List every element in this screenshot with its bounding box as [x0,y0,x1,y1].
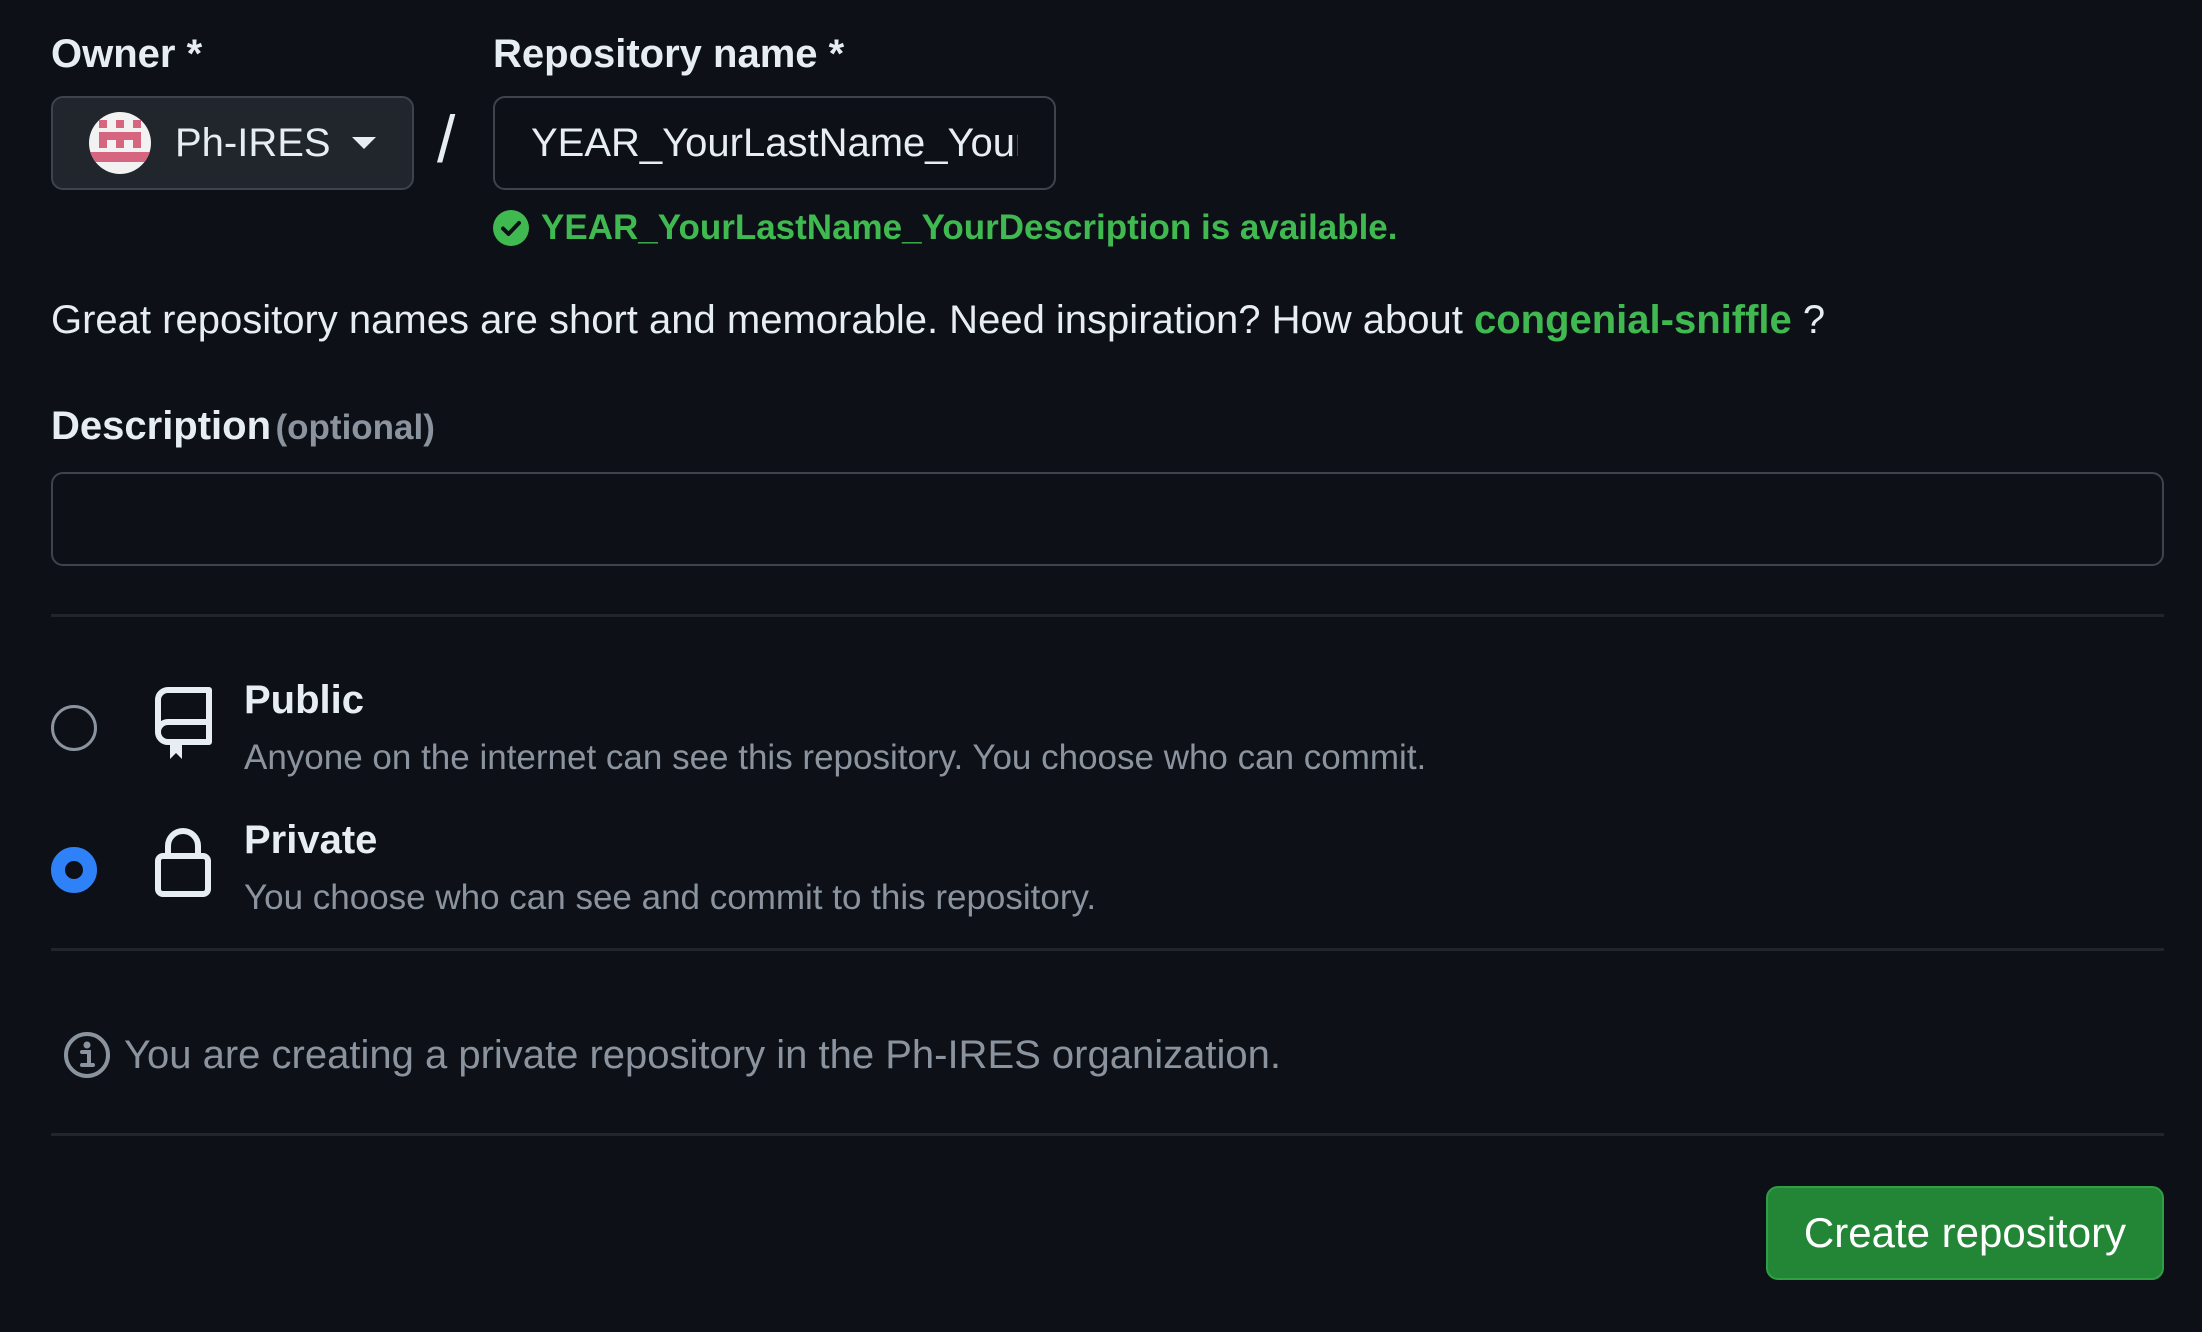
divider [51,948,2164,951]
owner-repo-separator: / [437,102,456,176]
owner-dropdown[interactable]: Ph-IRES [51,96,414,190]
public-option-description: Anyone on the internet can see this repo… [244,738,1427,777]
public-radio[interactable] [51,705,97,751]
create-repository-button[interactable]: Create repository [1766,1186,2164,1280]
description-label: Description [51,404,272,448]
optional-tag: (optional) [275,408,435,447]
public-option-title: Public [244,678,365,722]
notice-text: You are creating a private repository in… [124,1032,1281,1077]
divider [51,614,2164,617]
availability-text: YEAR_YourLastName_YourDescription is ava… [541,208,1398,247]
owner-name: Ph-IRES [175,120,331,165]
hint-suffix: ? [1791,298,1826,342]
private-radio[interactable] [51,847,97,893]
divider [51,1133,2164,1136]
repo-icon [155,687,212,759]
private-option-title: Private [244,818,378,862]
owner-avatar [89,112,151,174]
name-suggestion-hint: Great repository names are short and mem… [51,298,1825,343]
private-repo-notice: You are creating a private repository in… [62,1030,1281,1080]
caret-down-icon [352,137,376,149]
owner-label: Owner * [51,32,203,76]
name-availability-message: YEAR_YourLastName_YourDescription is ava… [493,208,1398,248]
check-circle-icon [493,210,529,246]
lock-icon [155,828,211,897]
private-option-description: You choose who can see and commit to thi… [244,878,1097,917]
hint-text: Great repository names are short and mem… [51,298,1474,342]
description-input[interactable] [51,472,2164,566]
description-label-group: Description (optional) [51,404,435,449]
suggested-name-link[interactable]: congenial-sniffle [1474,298,1792,342]
info-icon [64,1032,110,1078]
new-repository-form: Owner * Ph-IRES / Repository name * YEAR… [0,0,2202,1332]
repository-name-input[interactable] [493,96,1056,190]
repository-name-label: Repository name * [493,32,845,76]
